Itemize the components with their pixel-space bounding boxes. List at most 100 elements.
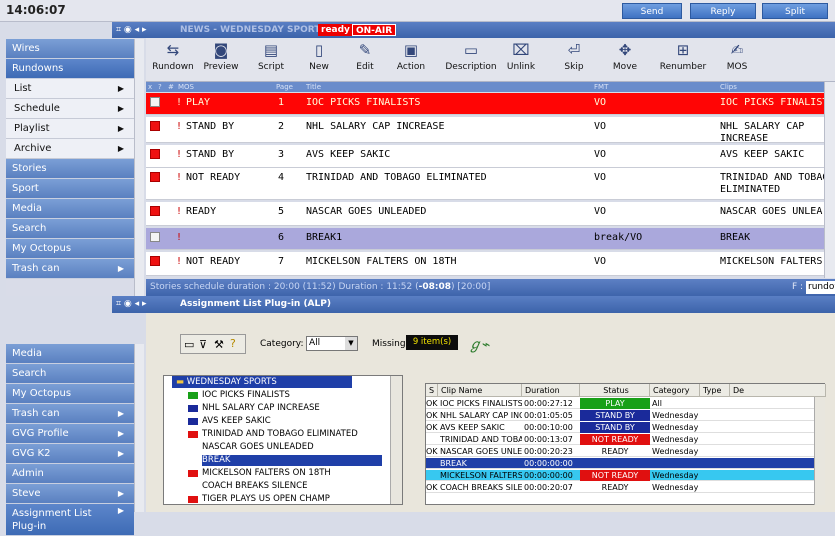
sidebar-item-media[interactable]: Media <box>6 199 134 219</box>
sidebar-item-my-octopus[interactable]: My Octopus <box>6 239 134 259</box>
tree-root[interactable]: ▬ WEDNESDAY SPORTS <box>172 376 352 388</box>
rundown-row[interactable]: ! 6 BREAK1 break/VO BREAK <box>146 228 835 250</box>
grid-header-category[interactable]: Category <box>650 384 700 397</box>
edit-button[interactable]: ✎ Edit <box>340 40 390 72</box>
grid-row[interactable]: OK AVS KEEP SAKIC 00:00:10:00 STAND BY Wedne… <box>426 422 814 433</box>
rundown-button[interactable]: ⇆ Rundown <box>148 40 198 72</box>
sidebar-item-gvg-profile[interactable]: GVG Profile ▶ <box>6 424 134 444</box>
tree-item[interactable]: TRINIDAD AND TOBAGO ELIMINATED <box>188 429 382 440</box>
col-header[interactable]: # <box>168 82 174 92</box>
grid-cell-duration: 00:00:00:00 <box>524 459 573 468</box>
col-header-clips[interactable]: Clips <box>720 82 737 92</box>
panel-controls-icon[interactable]: ⌗ ◉ ◂ ▸ <box>116 296 147 312</box>
rundown-row[interactable]: ! STAND BY 3 AVS KEEP SAKIC VO AVS KEEP SAKIC <box>146 145 835 168</box>
rd-page: 7 <box>278 256 285 267</box>
rundown-row[interactable]: ! PLAY 1 IOC PICKS FINALISTS VO IOC PICKS FIN… <box>146 93 835 115</box>
reply-button[interactable]: Reply <box>690 3 756 19</box>
tool-label: New <box>309 62 329 72</box>
unlink-button[interactable]: ⌧ Unlink <box>496 40 546 72</box>
list-view-icon[interactable]: ▭ <box>184 338 194 351</box>
col-header[interactable]: x <box>148 82 152 92</box>
checkbox[interactable] <box>150 97 160 107</box>
tree-item[interactable]: MICKELSON FALTERS ON 18TH <box>188 468 382 479</box>
sidebar-item-search[interactable]: Search <box>6 219 134 239</box>
grid-cell-s <box>426 458 438 469</box>
sidebar-item-alp[interactable]: Assignment List Plug-in ▶ <box>6 504 134 536</box>
rundown-row[interactable]: ! NOT READY 4 TRINIDAD AND TOBAGO ELIMINATE… <box>146 168 835 200</box>
mos-button[interactable]: ✍ MOS <box>712 40 762 72</box>
grid-row[interactable]: OKNHL SALARY CAP INC...00:01:05:05 STAND … <box>426 410 814 421</box>
description-button[interactable]: ▭ Description <box>438 40 504 72</box>
sidebar-item-trash-can[interactable]: Trash can ▶ <box>6 259 134 279</box>
grid-row[interactable]: OKCOACH BREAKS SILEN...00:00:20:07 READY W… <box>426 482 814 493</box>
tree-item[interactable]: NASCAR GOES UNLEADED <box>202 442 382 453</box>
grid-header-duration[interactable]: Duration <box>522 384 580 397</box>
panel-controls-icon[interactable]: ⌗ ◉ ◂ ▸ <box>116 22 147 38</box>
tree-item[interactable]: IOC PICKS FINALISTS <box>188 390 382 401</box>
move-button[interactable]: ✥ Move <box>600 40 650 72</box>
grid-row[interactable]: OK IOC PICKS FINALISTS 00:00:27:12 PLAY All <box>426 398 814 409</box>
sidebar-item-wires[interactable]: Wires <box>6 39 134 59</box>
tree-item[interactable]: AVS KEEP SAKIC <box>188 416 382 427</box>
rundown-row[interactable]: ! STAND BY 2 NHL SALARY CAP INCREASE VO NHL S… <box>146 117 835 144</box>
col-header-fmt[interactable]: FMT <box>594 82 608 92</box>
sidebar-item-my-octopus[interactable]: My Octopus <box>6 384 134 404</box>
tree-scrollbar[interactable] <box>390 376 402 504</box>
sidebar-top-scrollbar[interactable] <box>134 39 144 296</box>
sidebar-item-stories[interactable]: Stories <box>6 159 134 179</box>
sidebar-bottom-scrollbar[interactable] <box>134 344 144 512</box>
sidebar-item-media[interactable]: Media <box>6 344 134 364</box>
sidebar-item-list[interactable]: List ▶ <box>6 79 134 99</box>
preview-button[interactable]: ◙ Preview <box>196 40 246 72</box>
grid-scrollbar[interactable] <box>814 397 825 505</box>
sidebar-item-archive[interactable]: Archive ▶ <box>6 139 134 159</box>
sidebar-item-sport[interactable]: Sport <box>6 179 134 199</box>
send-button[interactable]: Send <box>622 3 682 19</box>
split-button[interactable]: Split <box>762 3 828 19</box>
sidebar-item-label: My Octopus <box>12 388 72 399</box>
renumber-button[interactable]: ⊞ Renumber <box>654 40 712 72</box>
action-button[interactable]: ▣ Action <box>386 40 436 72</box>
checkbox[interactable] <box>150 232 160 242</box>
grid-row[interactable]: BREAK 00:00:00:00 <box>426 458 814 469</box>
help-icon[interactable]: ? <box>230 337 236 350</box>
grid-header-status[interactable]: Status <box>580 384 650 397</box>
col-header-title[interactable]: Title <box>306 82 321 92</box>
rundown-row[interactable]: ! READY 5 NASCAR GOES UNLEADED VO NASCAR GOES… <box>146 202 835 226</box>
sidebar-item-playlist[interactable]: Playlist ▶ <box>6 119 134 139</box>
sidebar-item-trash-can[interactable]: Trash can ▶ <box>6 404 134 424</box>
rundown-row[interactable]: ! NOT READY 7 MICKELSON FALTERS ON 18TH VO MI… <box>146 252 835 276</box>
rundown-scrollbar[interactable] <box>824 82 835 278</box>
script-button[interactable]: ▤ Script <box>246 40 296 72</box>
grid-row[interactable]: TRINIDAD AND TOBAG...00:00:13:07 NOT READ… <box>426 434 814 445</box>
grid-header-clip[interactable]: Clip Name <box>438 384 522 397</box>
grid-cell-category <box>652 458 700 469</box>
sidebar-item-label: Steve <box>12 488 41 499</box>
sidebar-item-schedule[interactable]: Schedule ▶ <box>6 99 134 119</box>
grid-header-s[interactable]: S <box>426 384 438 397</box>
col-header-mos[interactable]: MOS <box>178 82 194 92</box>
rd-page: 4 <box>278 172 285 183</box>
sidebar-item-admin[interactable]: Admin <box>6 464 134 484</box>
grid-header-type[interactable]: Type <box>700 384 730 397</box>
tree-item[interactable]: NHL SALARY CAP INCREASE <box>188 403 382 414</box>
filter-icon[interactable]: ⊽ <box>199 338 207 351</box>
sidebar-item-search[interactable]: Search <box>6 364 134 384</box>
grid-header-de[interactable]: De <box>730 384 826 397</box>
tree-item[interactable]: COACH BREAKS SILENCE <box>202 481 382 492</box>
tools-icon[interactable]: ⚒ <box>214 338 224 351</box>
sidebar-item-gvg-k2[interactable]: GVG K2 ▶ <box>6 444 134 464</box>
grid-row[interactable]: MICKELSON FALTERS 00:00:00:00 NOT READY Wed… <box>426 470 814 481</box>
col-header[interactable]: ? <box>158 82 162 92</box>
category-select[interactable]: All ▼ <box>306 336 358 351</box>
sidebar-item-label: Schedule <box>14 103 60 114</box>
new-button[interactable]: ▯ New <box>294 40 344 72</box>
col-header-page[interactable]: Page <box>276 82 293 92</box>
sidebar-item-steve[interactable]: Steve ▶ <box>6 484 134 504</box>
tree-item[interactable]: TIGER PLAYS US OPEN CHAMP <box>188 494 382 505</box>
filter-field[interactable]: rundown <box>806 281 835 294</box>
sidebar-item-rundowns[interactable]: Rundowns <box>6 59 134 79</box>
tree-item[interactable]: BREAK <box>202 455 382 466</box>
skip-button[interactable]: ⏎ Skip <box>549 40 599 72</box>
grid-row[interactable]: OKNASCAR GOES UNLEA...00:00:20:23 READY We… <box>426 446 814 457</box>
